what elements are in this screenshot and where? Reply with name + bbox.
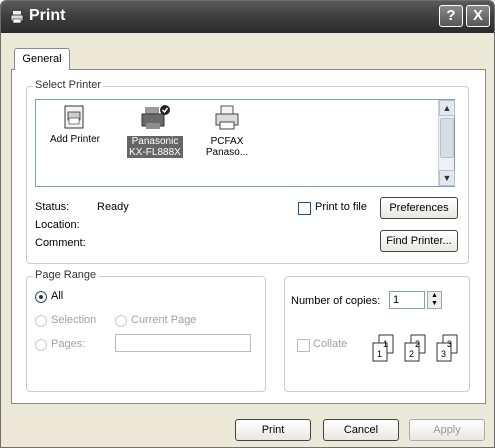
title-bar[interactable]: Print ? X	[1, 1, 494, 33]
printer-item-panasonic[interactable]: Panasonic KX-FL888X	[120, 104, 190, 158]
status-label: Status:	[35, 201, 70, 213]
help-button[interactable]: ?	[439, 5, 463, 27]
printer-list-scrollbar[interactable]: ▲ ▼	[438, 100, 455, 186]
current-page-radio[interactable]	[115, 315, 127, 327]
printer-item-pcfax[interactable]: PCFAX Panaso...	[192, 104, 262, 158]
svg-text:1: 1	[377, 349, 382, 359]
find-printer-button[interactable]: Find Printer...	[380, 230, 458, 252]
current-page-label[interactable]: Current Page	[131, 314, 196, 326]
pages-radio[interactable]	[35, 339, 47, 351]
printer-label-selected: Panasonic KX-FL888X	[127, 136, 183, 158]
window-title: Print	[29, 7, 66, 24]
location-label: Location:	[35, 219, 80, 231]
svg-text:1: 1	[383, 339, 388, 349]
select-printer-group: Select Printer Add Printer Panasonic KX-…	[26, 79, 469, 264]
svg-text:2: 2	[415, 339, 420, 349]
collate-checkbox[interactable]	[297, 339, 310, 352]
spin-up-icon[interactable]: ▲	[428, 292, 441, 300]
close-button[interactable]: X	[466, 5, 490, 27]
number-of-copies-label: Number of copies:	[291, 295, 381, 307]
copies-spinner[interactable]: ▲ ▼	[427, 291, 442, 309]
print-to-file-checkbox[interactable]	[298, 202, 311, 215]
svg-text:2: 2	[409, 349, 414, 359]
comment-label: Comment:	[35, 237, 86, 249]
svg-text:3: 3	[447, 339, 452, 349]
scroll-thumb[interactable]	[440, 118, 454, 158]
copies-group: Number of copies: 1 ▲ ▼ Collate 11 22 3 …	[284, 276, 470, 392]
tab-general[interactable]: General	[14, 48, 70, 70]
printer-item-add-printer[interactable]: Add Printer	[40, 104, 110, 145]
general-tab-panel: Select Printer Add Printer Panasonic KX-…	[11, 69, 486, 404]
all-label[interactable]: All	[51, 290, 63, 302]
radio-dot-icon	[39, 295, 43, 299]
scroll-up-icon[interactable]: ▲	[439, 100, 455, 116]
apply-button[interactable]: Apply	[409, 419, 485, 441]
cancel-button[interactable]: Cancel	[323, 419, 399, 441]
printer-title-icon	[10, 11, 24, 24]
all-radio[interactable]	[35, 291, 47, 303]
page-range-group: Page Range All Selection Current Page Pa…	[26, 269, 266, 392]
copies-input[interactable]: 1	[389, 291, 425, 309]
preferences-button[interactable]: Preferences	[380, 197, 458, 219]
pages-input[interactable]	[115, 334, 251, 352]
status-value: Ready	[97, 201, 129, 213]
add-printer-icon	[64, 105, 84, 129]
selection-label[interactable]: Selection	[51, 314, 96, 326]
selection-radio[interactable]	[35, 315, 47, 327]
scroll-down-icon[interactable]: ▼	[439, 170, 455, 186]
svg-text:3: 3	[441, 349, 446, 359]
pages-label[interactable]: Pages:	[51, 338, 85, 350]
print-dialog: Print ? X General Select Printer Add Pri…	[0, 0, 495, 448]
printer-default-icon	[141, 105, 170, 129]
collate-pages-icon: 11 22 33	[372, 334, 458, 362]
printer-label: Add Printer	[49, 134, 101, 145]
spin-down-icon[interactable]: ▼	[428, 300, 441, 308]
printer-list[interactable]: Add Printer Panasonic KX-FL888X PCFAX Pa…	[35, 99, 455, 187]
collate-label[interactable]: Collate	[313, 338, 347, 350]
select-printer-legend: Select Printer	[33, 79, 104, 91]
page-range-legend: Page Range	[33, 269, 99, 281]
print-to-file-label[interactable]: Print to file	[315, 201, 367, 213]
print-button[interactable]: Print	[235, 419, 311, 441]
fax-printer-icon	[215, 105, 239, 130]
